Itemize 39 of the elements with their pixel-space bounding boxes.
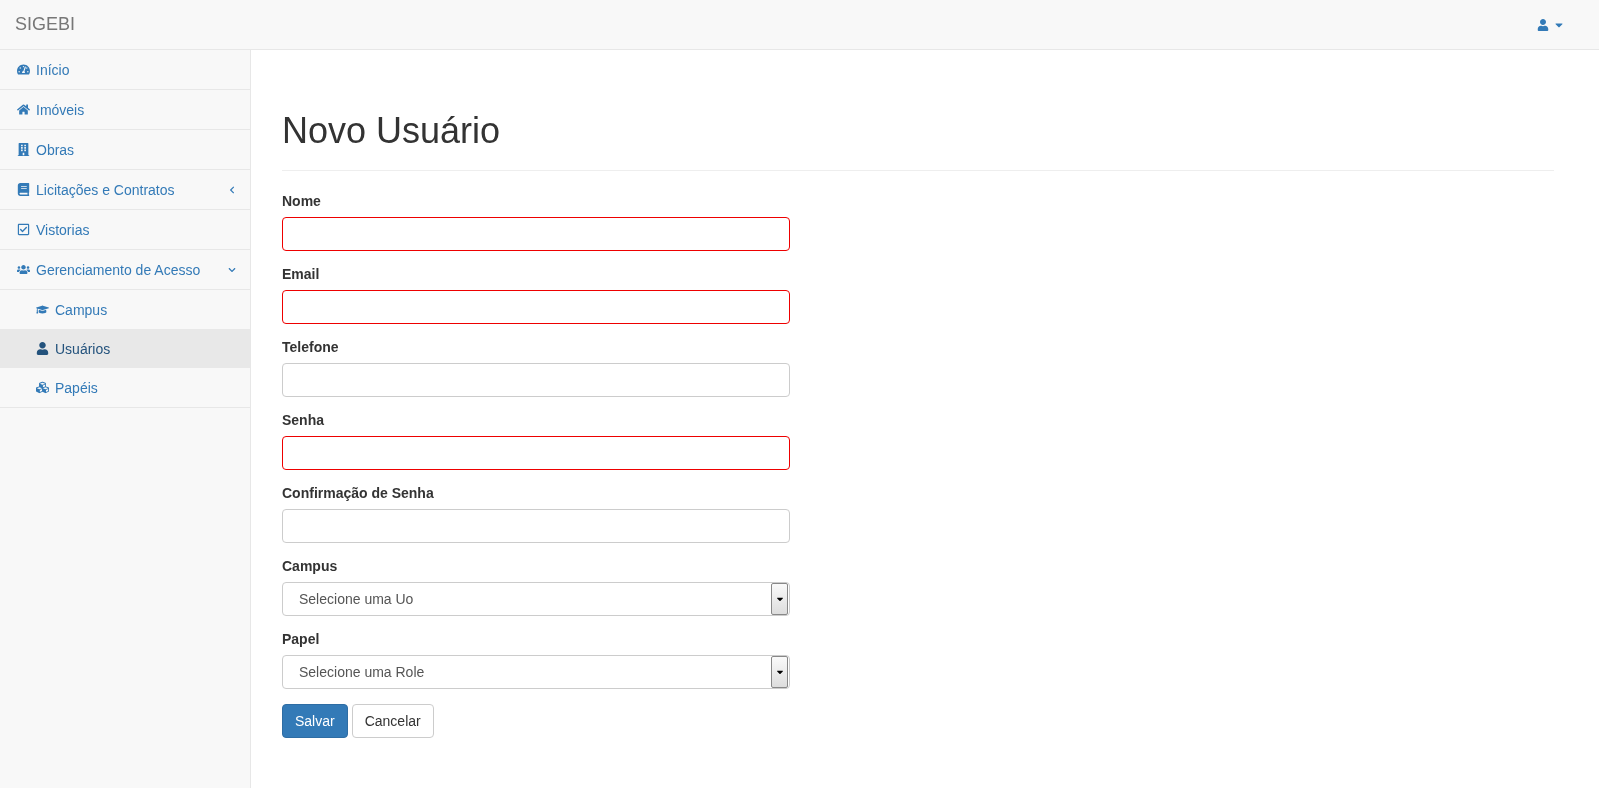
field-label: Confirmação de Senha xyxy=(282,485,435,501)
field-label: Email xyxy=(282,266,321,282)
book-icon xyxy=(17,183,30,196)
field-label: Senha xyxy=(282,412,325,428)
users-icon xyxy=(17,263,30,276)
sidebar-subitem[interactable]: Usuários xyxy=(0,329,250,368)
page-title: Novo Usuário xyxy=(282,110,1554,171)
input-field[interactable] xyxy=(282,290,790,324)
sidebar-item[interactable]: Início xyxy=(0,50,250,90)
sidebar-item[interactable]: Vistorias xyxy=(0,210,250,250)
sidebar-item[interactable]: Imóveis xyxy=(0,90,250,130)
input-field[interactable] xyxy=(282,436,790,470)
sidebar-item[interactable]: Obras xyxy=(0,130,250,170)
brand-title: SIGEBI xyxy=(15,14,76,35)
sidebar-subitem[interactable]: Papéis xyxy=(0,368,250,407)
user-icon xyxy=(1537,18,1549,31)
input-field[interactable] xyxy=(282,217,790,251)
select-field[interactable]: Selecione uma Uo xyxy=(282,582,790,616)
input-field[interactable] xyxy=(282,363,790,397)
dashboard-icon xyxy=(17,63,30,76)
save-button[interactable]: Salvar xyxy=(282,704,348,738)
home-icon xyxy=(17,103,30,116)
field-label: Telefone xyxy=(282,339,340,355)
caret-icon xyxy=(771,583,788,615)
field-label: Campus xyxy=(282,558,339,574)
sidebar-item[interactable]: Gerenciamento de Acesso xyxy=(0,250,250,290)
building-icon xyxy=(17,143,30,156)
caret-icon xyxy=(771,656,788,688)
input-field[interactable] xyxy=(282,509,790,543)
sidebar-subitem[interactable]: Campus xyxy=(0,290,250,329)
user-icon xyxy=(36,342,49,355)
select-field[interactable]: Selecione uma Role xyxy=(282,655,790,689)
graduation-cap-icon xyxy=(36,303,49,316)
field-label: Nome xyxy=(282,193,322,209)
sidebar-item[interactable]: Licitações e Contratos xyxy=(0,170,250,210)
checkbox-icon xyxy=(17,223,30,236)
field-label: Papel xyxy=(282,631,321,647)
cubes-icon xyxy=(36,381,49,394)
cancel-button[interactable]: Cancelar xyxy=(351,704,434,738)
